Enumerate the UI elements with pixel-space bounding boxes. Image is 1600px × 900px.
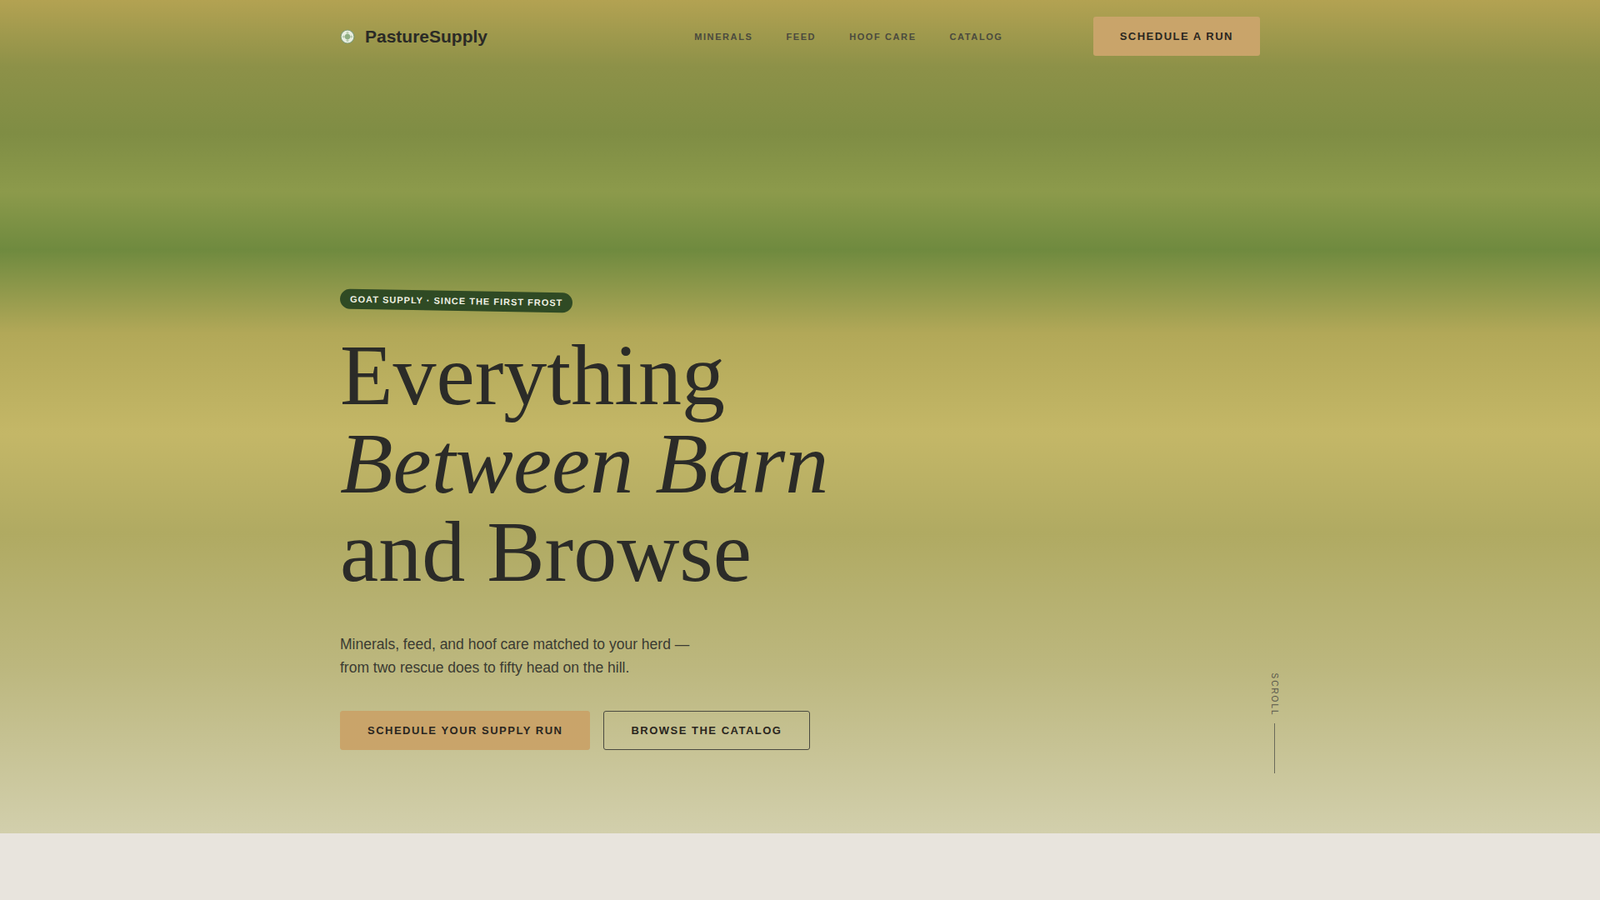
logo-text: PastureSupply: [365, 26, 488, 47]
badge: GOAT SUPPLY · SINCE THE FIRST FROST: [340, 289, 574, 314]
hero: PastureSupply MINERALS FEED HOOF CARE CATALO…: [0, 0, 1600, 834]
hero-photo: [0, 0, 1600, 834]
heading-line: Between Barn: [340, 419, 829, 508]
nav-link[interactable]: CATALOG: [950, 31, 1004, 42]
page: PastureSupply MINERALS FEED HOOF CARE CATALO…: [0, 0, 1600, 900]
scroll-line: [1274, 723, 1275, 774]
schedule-button[interactable]: SCHEDULE A RUN: [1093, 16, 1260, 56]
nav-link[interactable]: FEED: [785, 31, 816, 42]
hero-subtitle: Minerals, feed, and hoof care matched to…: [340, 632, 711, 680]
navbar: PastureSupply MINERALS FEED HOOF CARE CATALO…: [340, 0, 1260, 56]
nav-links: MINERALS FEED HOOF CARE CATALOG: [694, 31, 1003, 42]
nav-link[interactable]: HOOF CARE: [849, 31, 916, 42]
heading-line: and Browse: [340, 507, 829, 596]
scroll-indicator[interactable]: SCROLL: [1268, 671, 1280, 774]
logo[interactable]: PastureSupply: [340, 26, 488, 47]
next-section: [0, 833, 1600, 900]
hero-heading: EverythingBetween Barnand Browse: [340, 330, 829, 596]
hero-button[interactable]: BROWSE THE CATALOG: [603, 710, 810, 750]
nav-link[interactable]: MINERALS: [694, 31, 753, 42]
heading-line: Everything: [340, 330, 829, 420]
hero-buttons: SCHEDULE YOUR SUPPLY RUN BROWSE THE CATAL…: [340, 710, 810, 750]
hero-button[interactable]: SCHEDULE YOUR SUPPLY RUN: [340, 710, 590, 750]
flower-logo-icon: [340, 29, 355, 45]
hero-content: GOAT SUPPLY · SINCE THE FIRST FROST Every…: [340, 290, 1260, 750]
scroll-label: SCROLL: [1270, 672, 1280, 716]
